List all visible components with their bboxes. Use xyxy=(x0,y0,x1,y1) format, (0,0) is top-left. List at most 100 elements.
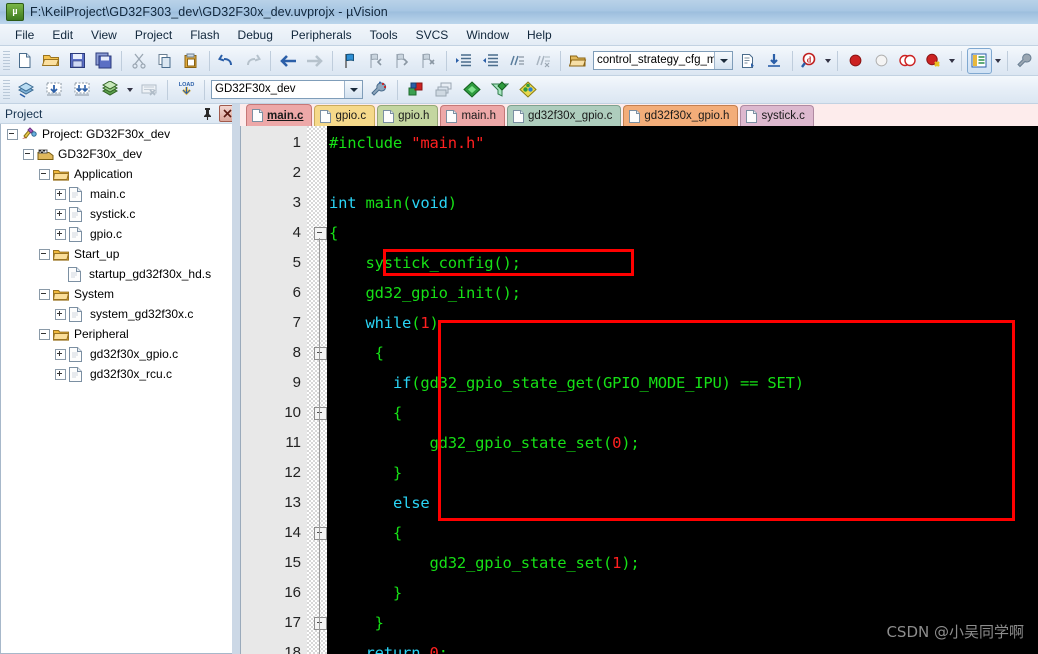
window-layout-icon[interactable] xyxy=(967,47,992,74)
menu-project[interactable]: Project xyxy=(126,25,181,45)
editor-tab-gpio-h[interactable]: gpio.h xyxy=(377,105,439,126)
tree-item-system[interactable]: System xyxy=(1,284,238,304)
tree-item-systick-c[interactable]: systick.c xyxy=(1,204,238,224)
code-folding-margin[interactable] xyxy=(307,126,327,654)
translate-file-icon[interactable] xyxy=(13,77,39,103)
code-editor[interactable]: 12345678910111213141516171819202122 #inc… xyxy=(240,126,1038,654)
stop-build-icon[interactable] xyxy=(136,77,162,103)
tree-item-start-up[interactable]: Start_up xyxy=(1,244,238,264)
tree-collapse-icon[interactable] xyxy=(7,128,18,140)
batch-build-dropdown-arrow[interactable] xyxy=(124,78,135,102)
insert-file-icon[interactable] xyxy=(736,48,760,74)
fold-toggle-icon[interactable] xyxy=(314,617,327,630)
breakpoint-insert-icon[interactable] xyxy=(843,48,867,74)
code-line[interactable]: gd32_gpio_state_set(1); xyxy=(329,548,639,578)
tree-expand-icon[interactable] xyxy=(55,188,66,200)
tree-collapse-icon[interactable] xyxy=(39,288,50,300)
tree-collapse-icon[interactable] xyxy=(39,328,50,340)
find-in-files-icon[interactable] xyxy=(762,48,786,74)
fold-toggle-icon[interactable] xyxy=(314,407,327,420)
redo-icon[interactable] xyxy=(241,48,265,74)
fold-toggle-icon[interactable] xyxy=(314,527,327,540)
code-line[interactable]: { xyxy=(329,398,402,428)
manage-multi-project-icon[interactable] xyxy=(431,77,457,103)
menu-peripherals[interactable]: Peripherals xyxy=(282,25,361,45)
code-line[interactable]: } xyxy=(329,578,402,608)
bookmark-next-icon[interactable] xyxy=(390,48,414,74)
menu-help[interactable]: Help xyxy=(518,25,561,45)
manage-project-items-icon[interactable] xyxy=(403,77,429,103)
toolbar-grip[interactable] xyxy=(3,79,10,100)
configure-toolbars-icon[interactable] xyxy=(1013,48,1037,74)
project-tree[interactable]: Project: GD32F30x_dev GD32F30x_dev Applica… xyxy=(0,124,239,654)
code-line[interactable]: int main(void) xyxy=(329,188,457,218)
code-line[interactable]: { xyxy=(329,218,338,248)
download-to-flash-icon[interactable]: LOAD xyxy=(173,77,199,103)
editor-tab-main-c[interactable]: main.c xyxy=(246,104,313,126)
menu-svcs[interactable]: SVCS xyxy=(407,25,458,45)
open-config-file-icon[interactable] xyxy=(566,48,590,74)
open-file-icon[interactable] xyxy=(39,48,63,74)
editor-tab-gpio-c[interactable]: gpio.c xyxy=(314,105,376,126)
code-line[interactable]: while(1) xyxy=(329,308,439,338)
menu-file[interactable]: File xyxy=(6,25,43,45)
new-file-icon[interactable] xyxy=(13,48,37,74)
indent-left-icon[interactable] xyxy=(478,48,502,74)
editor-tab-systick-c[interactable]: systick.c xyxy=(740,105,814,126)
bookmark-prev-icon[interactable] xyxy=(364,48,388,74)
indent-right-icon[interactable] xyxy=(452,48,476,74)
manage-run-time-env-icon[interactable] xyxy=(515,77,541,103)
code-line[interactable]: } xyxy=(329,608,384,638)
code-line[interactable]: #include "main.h" xyxy=(329,128,484,158)
code-line[interactable]: else xyxy=(329,488,430,518)
tree-expand-icon[interactable] xyxy=(55,308,66,320)
tree-item-gpio-c[interactable]: gpio.c xyxy=(1,224,238,244)
tree-collapse-icon[interactable] xyxy=(39,168,50,180)
undo-icon[interactable] xyxy=(214,48,238,74)
panel-splitter[interactable] xyxy=(232,104,240,654)
comment-lines-icon[interactable] xyxy=(504,48,528,74)
tree-collapse-icon[interactable] xyxy=(23,148,34,160)
bookmark-toggle-icon[interactable] xyxy=(337,48,361,74)
editor-tab-gd32f30x-gpio-h[interactable]: gd32f30x_gpio.h xyxy=(623,105,739,126)
paste-icon[interactable] xyxy=(179,48,203,74)
code-line[interactable]: return 0; xyxy=(329,638,448,654)
bookmark-clear-icon[interactable] xyxy=(416,48,440,74)
tree-expand-icon[interactable] xyxy=(55,208,66,220)
menu-edit[interactable]: Edit xyxy=(43,25,82,45)
fold-toggle-icon[interactable] xyxy=(314,227,327,240)
window-layout-dropdown-arrow[interactable] xyxy=(993,49,1003,73)
save-icon[interactable] xyxy=(65,48,89,74)
breakpoint-dropdown-arrow[interactable] xyxy=(947,49,957,73)
tree-expand-icon[interactable] xyxy=(55,228,66,240)
tree-collapse-icon[interactable] xyxy=(39,248,50,260)
search-icon[interactable]: d xyxy=(797,48,821,74)
toolbar-grip[interactable] xyxy=(3,50,10,71)
select-software-packs-icon[interactable] xyxy=(487,77,513,103)
breakpoint-kill-all-icon[interactable] xyxy=(896,48,920,74)
code-line[interactable]: { xyxy=(329,518,402,548)
menu-view[interactable]: View xyxy=(82,25,126,45)
build-target-icon[interactable] xyxy=(41,77,67,103)
config-file-combo[interactable]: control_strategy_cfg_m_c xyxy=(592,51,733,70)
code-line[interactable]: { xyxy=(329,338,384,368)
menu-tools[interactable]: Tools xyxy=(361,25,407,45)
pack-installer-icon[interactable] xyxy=(459,77,485,103)
editor-tab-main-h[interactable]: main.h xyxy=(440,105,505,126)
fold-toggle-icon[interactable] xyxy=(314,347,327,360)
tree-expand-icon[interactable] xyxy=(55,368,66,380)
editor-tab-strip[interactable]: main.c gpio.c gpio.h main.h gd32f30x_gpio.c g… xyxy=(240,104,1038,126)
target-selector-combo[interactable]: GD32F30x_dev xyxy=(211,80,363,99)
code-line[interactable]: gd32_gpio_init(); xyxy=(329,278,521,308)
tree-item-startup-gd32f30x-hd-s[interactable]: startup_gd32f30x_hd.s xyxy=(1,264,238,284)
save-all-icon[interactable] xyxy=(91,48,115,74)
tree-item-system-gd32f30x-c[interactable]: system_gd32f30x.c xyxy=(1,304,238,324)
batch-build-icon[interactable] xyxy=(97,77,123,103)
code-line[interactable]: } xyxy=(329,458,402,488)
tree-item-project-gd32f30x-dev[interactable]: Project: GD32F30x_dev xyxy=(1,124,238,144)
menu-flash[interactable]: Flash xyxy=(181,25,228,45)
tree-item-main-c[interactable]: main.c xyxy=(1,184,238,204)
menu-window[interactable]: Window xyxy=(457,25,518,45)
navigate-back-icon[interactable] xyxy=(276,48,300,74)
search-dropdown-arrow[interactable] xyxy=(823,49,833,73)
